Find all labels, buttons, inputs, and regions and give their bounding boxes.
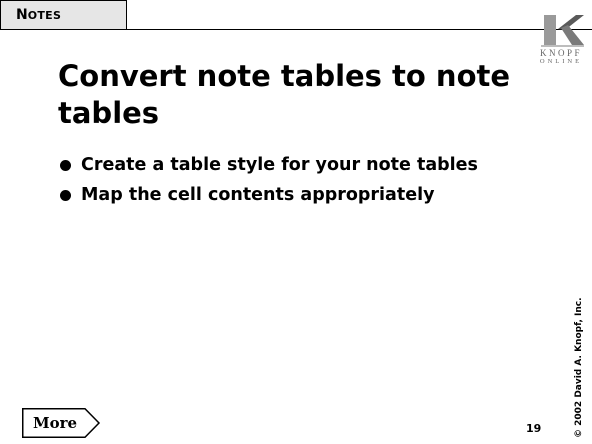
knopf-online-logo: KNOPF ONLINE bbox=[536, 12, 586, 66]
bullet-text: Create a table style for your note table… bbox=[81, 155, 478, 175]
logo-text-online: ONLINE bbox=[539, 58, 583, 65]
bullet-dot-icon bbox=[60, 189, 71, 201]
copyright-notice: © 2002 David A. Knopf, Inc. bbox=[574, 297, 584, 438]
section-tab: N OTES bbox=[0, 0, 127, 30]
more-button[interactable]: More bbox=[22, 408, 122, 438]
page-number: 19 bbox=[526, 422, 542, 435]
bullet-dot-icon bbox=[60, 159, 71, 171]
more-button-label: More bbox=[33, 414, 78, 432]
bullet-text: Map the cell contents appropriately bbox=[81, 185, 435, 205]
header-rule bbox=[127, 29, 592, 30]
slide-title: Convert note tables to note tables bbox=[58, 59, 511, 130]
k-logo-icon bbox=[541, 15, 584, 47]
bullet-item: Create a table style for your note table… bbox=[60, 150, 478, 180]
section-tab-rest: OTES bbox=[27, 8, 62, 22]
section-tab-initial: N bbox=[16, 7, 28, 23]
bullet-list: Create a table style for your note table… bbox=[60, 150, 478, 210]
bullet-item: Map the cell contents appropriately bbox=[60, 180, 478, 210]
logo-text-knopf: KNOPF bbox=[539, 48, 582, 58]
